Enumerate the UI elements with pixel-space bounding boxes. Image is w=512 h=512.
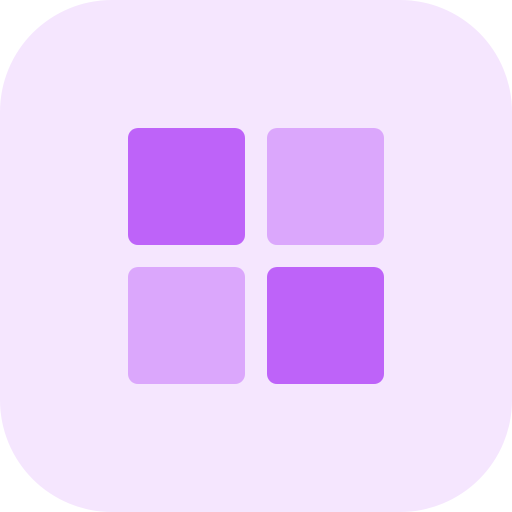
app-icon-tile (0, 0, 512, 512)
grid-cell-bottom-left (128, 267, 245, 384)
grid-cell-bottom-right (267, 267, 384, 384)
grid-cell-top-right (267, 128, 384, 245)
grid-cell-top-left (128, 128, 245, 245)
grid-icon (128, 128, 384, 384)
